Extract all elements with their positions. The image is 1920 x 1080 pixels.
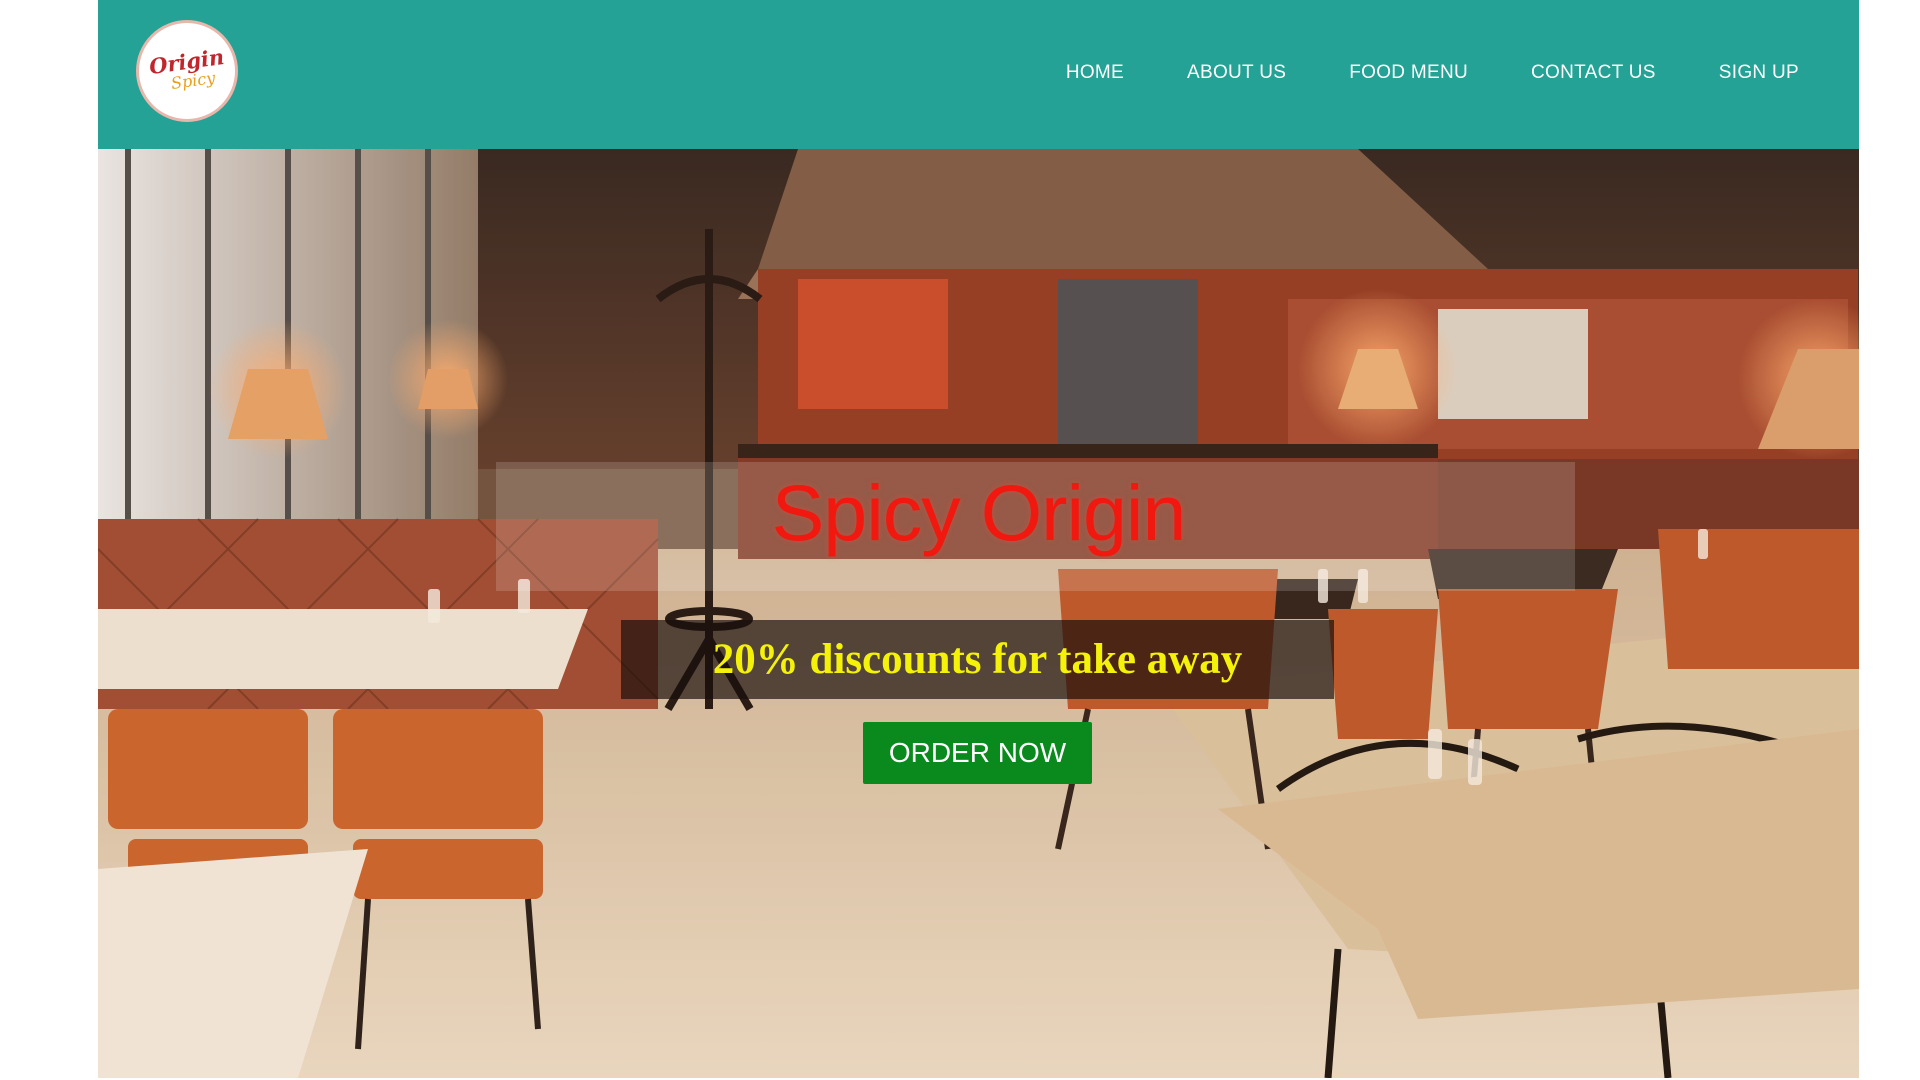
logo-word-spicy: Spicy: [169, 68, 217, 93]
hero-section: Spicy Origin 20% discounts for take away…: [98, 149, 1859, 1078]
main-nav: HOME ABOUT US FOOD MENU CONTACT US SIGN …: [1066, 0, 1799, 145]
nav-contact-us-link[interactable]: CONTACT US: [1531, 62, 1656, 84]
discount-banner: 20% discounts for take away: [621, 620, 1334, 699]
site-header: Origin Spicy HOME ABOUT US FOOD MENU CON…: [98, 0, 1859, 149]
restaurant-interior-image: [98, 149, 1859, 1078]
page: Origin Spicy HOME ABOUT US FOOD MENU CON…: [98, 0, 1859, 1078]
nav-sign-up-link[interactable]: SIGN UP: [1719, 62, 1799, 84]
brand-logo[interactable]: Origin Spicy: [136, 20, 238, 122]
hero-title: Spicy Origin: [771, 468, 1187, 557]
nav-food-menu-link[interactable]: FOOD MENU: [1349, 62, 1468, 84]
nav-home-link[interactable]: HOME: [1066, 62, 1124, 84]
nav-about-us-link[interactable]: ABOUT US: [1187, 62, 1286, 84]
order-now-button[interactable]: ORDER NOW: [863, 722, 1092, 784]
